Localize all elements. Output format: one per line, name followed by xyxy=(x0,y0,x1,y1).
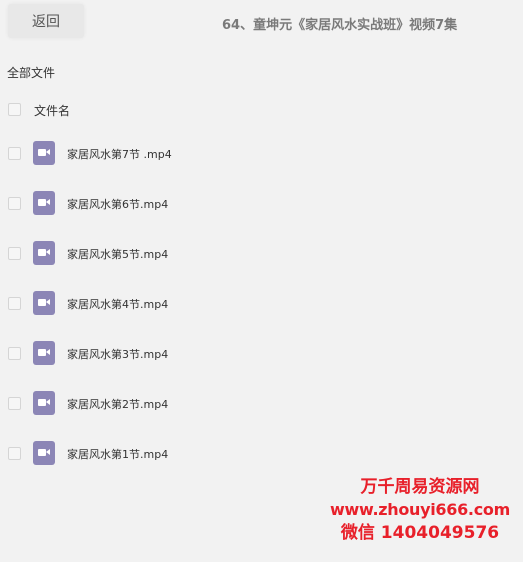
file-row[interactable]: 家居风水第3节.mp4 xyxy=(0,336,523,370)
top-bar: 返回 64、童坤元《家居风水实战班》视频7集 xyxy=(0,0,523,46)
file-row[interactable]: 家居风水第7节 .mp4 xyxy=(0,136,523,170)
watermark-site-name: 万千周易资源网 xyxy=(360,477,480,497)
file-name[interactable]: 家居风水第4节.mp4 xyxy=(67,296,168,312)
file-name[interactable]: 家居风水第5节.mp4 xyxy=(67,246,168,262)
video-file-icon xyxy=(33,241,55,265)
file-row[interactable]: 家居风水第5节.mp4 xyxy=(0,236,523,270)
breadcrumb-all-files[interactable]: 全部文件 xyxy=(7,64,55,81)
select-all-checkbox[interactable] xyxy=(8,103,21,116)
file-checkbox[interactable] xyxy=(8,347,21,360)
file-checkbox[interactable] xyxy=(8,397,21,410)
video-file-icon xyxy=(33,441,55,465)
video-file-icon xyxy=(33,141,55,165)
watermark-url: www.zhouyi666.com xyxy=(330,500,510,519)
file-checkbox[interactable] xyxy=(8,447,21,460)
file-checkbox[interactable] xyxy=(8,197,21,210)
column-header-filename[interactable]: 文件名 xyxy=(34,102,70,119)
file-row[interactable]: 家居风水第6节.mp4 xyxy=(0,186,523,220)
page-title: 64、童坤元《家居风水实战班》视频7集 xyxy=(222,18,458,33)
file-list-header: 文件名 xyxy=(0,98,523,122)
file-name[interactable]: 家居风水第7节 .mp4 xyxy=(67,146,172,162)
file-checkbox[interactable] xyxy=(8,247,21,260)
back-button[interactable]: 返回 xyxy=(8,4,84,38)
video-file-icon xyxy=(33,291,55,315)
video-file-icon xyxy=(33,191,55,215)
video-file-icon xyxy=(33,391,55,415)
file-name[interactable]: 家居风水第2节.mp4 xyxy=(67,396,168,412)
file-checkbox[interactable] xyxy=(8,297,21,310)
file-row[interactable]: 家居风水第1节.mp4 xyxy=(0,436,523,470)
file-name[interactable]: 家居风水第1节.mp4 xyxy=(67,446,168,462)
file-row[interactable]: 家居风水第4节.mp4 xyxy=(0,286,523,320)
watermark-wechat: 微信 1404049576 xyxy=(340,523,500,543)
file-name[interactable]: 家居风水第3节.mp4 xyxy=(67,346,168,362)
watermark: 万千周易资源网 www.zhouyi666.com 微信 1404049576 xyxy=(322,476,518,544)
video-file-icon xyxy=(33,341,55,365)
file-name[interactable]: 家居风水第6节.mp4 xyxy=(67,196,168,212)
file-row[interactable]: 家居风水第2节.mp4 xyxy=(0,386,523,420)
file-checkbox[interactable] xyxy=(8,147,21,160)
